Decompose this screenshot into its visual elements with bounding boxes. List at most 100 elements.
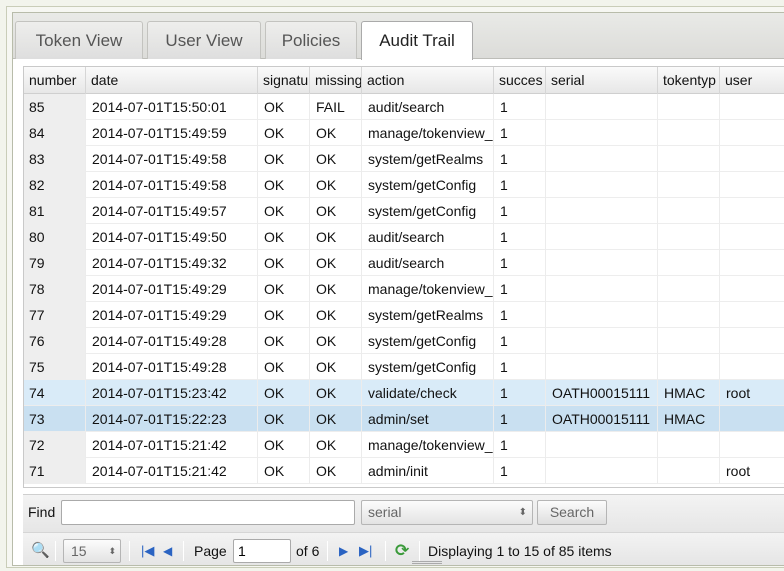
cell-serial [546,146,658,172]
table-row[interactable]: 71 2014-07-01T15:21:42 OK OK admin/init 1 root [24,458,784,484]
table-row[interactable]: 77 2014-07-01T15:49:29 OK OK system/getRealm… [24,302,784,328]
resize-grip-icon[interactable] [412,561,442,564]
cell-tokentype [658,198,720,224]
col-signature[interactable]: signatu [258,67,310,94]
cell-action: system/getConfig [362,354,494,380]
cell-user: root [720,458,784,484]
cell-missing: OK [310,172,362,198]
cell-missing: OK [310,198,362,224]
cell-date: 2014-07-01T15:49:58 [86,172,258,198]
last-page-icon[interactable]: ▶| [359,533,372,565]
tab-policies[interactable]: Policies [265,21,357,59]
cell-number: 83 [24,146,86,172]
cell-date: 2014-07-01T15:21:42 [86,432,258,458]
cell-tokentype [658,328,720,354]
cell-missing: FAIL [310,94,362,120]
table-row[interactable]: 72 2014-07-01T15:21:42 OK OK manage/tokenvie… [24,432,784,458]
table-row[interactable]: 80 2014-07-01T15:49:50 OK OK audit/search 1 [24,224,784,250]
cell-missing: OK [310,354,362,380]
prev-page-icon[interactable]: ◀ [163,533,172,565]
select-arrows-icon: ⬍ [518,507,527,518]
audit-grid: number date signatu missing action succe… [23,66,784,488]
cell-date: 2014-07-01T15:49:28 [86,328,258,354]
cell-action: manage/tokenview_ [362,276,494,302]
cell-tokentype [658,94,720,120]
table-row[interactable]: 84 2014-07-01T15:49:59 OK OK manage/tokenvie… [24,120,784,146]
cell-action: admin/set [362,406,494,432]
cell-serial [546,302,658,328]
cell-date: 2014-07-01T15:49:58 [86,146,258,172]
page-count: of 6 [296,543,320,559]
cell-user [720,276,784,302]
separator [129,541,130,561]
cell-signature: OK [258,94,310,120]
table-row[interactable]: 82 2014-07-01T15:49:58 OK OK system/getConfi… [24,172,784,198]
col-user[interactable]: user [720,67,784,94]
cell-missing: OK [310,120,362,146]
page-number-input[interactable] [233,539,291,563]
cell-user [720,250,784,276]
cell-serial [546,198,658,224]
cell-number: 75 [24,354,86,380]
cell-missing: OK [310,328,362,354]
search-field-select[interactable]: serial ⬍ [361,500,533,525]
tab-token-view[interactable]: Token View [15,21,143,59]
table-row[interactable]: 83 2014-07-01T15:49:58 OK OK system/getRealm… [24,146,784,172]
search-button[interactable]: Search [537,500,607,525]
cell-number: 82 [24,172,86,198]
col-number[interactable]: number [24,67,86,94]
col-missing[interactable]: missing [310,67,362,94]
cell-user [720,198,784,224]
magnifier-icon[interactable]: 🔍 [31,533,50,565]
cell-action: audit/search [362,250,494,276]
table-row[interactable]: 81 2014-07-01T15:49:57 OK OK system/getConfi… [24,198,784,224]
cell-user [720,328,784,354]
cell-date: 2014-07-01T15:49:29 [86,276,258,302]
cell-serial [546,94,658,120]
find-bar: Find serial ⬍ Search [23,494,784,532]
cell-action: system/getRealms [362,146,494,172]
cell-missing: OK [310,224,362,250]
cell-success: 1 [494,146,546,172]
cell-user [720,94,784,120]
tab-user-view[interactable]: User View [147,21,261,59]
cell-date: 2014-07-01T15:22:23 [86,406,258,432]
table-row[interactable]: 74 2014-07-01T15:23:42 OK OK validate/check 1… [24,380,784,406]
table-row[interactable]: 76 2014-07-01T15:49:28 OK OK system/getConfi… [24,328,784,354]
cell-signature: OK [258,406,310,432]
cell-success: 1 [494,172,546,198]
find-input[interactable] [61,500,355,525]
table-row[interactable]: 75 2014-07-01T15:49:28 OK OK system/getConfi… [24,354,784,380]
cell-date: 2014-07-01T15:49:50 [86,224,258,250]
cell-action: manage/tokenview_ [362,120,494,146]
table-row[interactable]: 78 2014-07-01T15:49:29 OK OK manage/tokenvie… [24,276,784,302]
cell-signature: OK [258,432,310,458]
grid-header: number date signatu missing action succe… [24,67,784,94]
cell-serial: OATH00015111 [546,406,658,432]
table-row[interactable]: 85 2014-07-01T15:50:01 OK FAIL audit/search 1 [24,94,784,120]
cell-signature: OK [258,224,310,250]
cell-missing: OK [310,250,362,276]
tab-audit-trail[interactable]: Audit Trail [361,21,473,60]
col-serial[interactable]: serial [546,67,658,94]
next-page-icon[interactable]: ▶ [339,533,348,565]
cell-missing: OK [310,380,362,406]
refresh-icon[interactable]: ⟳ [395,533,409,565]
col-action[interactable]: action [362,67,494,94]
pager: 🔍 15 ⬍ |◀ ◀ Page of 6 ▶ ▶| ⟳ Displaying … [23,532,784,565]
col-date[interactable]: date [86,67,258,94]
first-page-icon[interactable]: |◀ [141,533,154,565]
table-row[interactable]: 79 2014-07-01T15:49:32 OK OK audit/search 1 [24,250,784,276]
cell-tokentype [658,458,720,484]
cell-date: 2014-07-01T15:49:29 [86,302,258,328]
rows-per-page-select[interactable]: 15 ⬍ [63,539,121,563]
cell-user [720,120,784,146]
col-tokentype[interactable]: tokentyp [658,67,720,94]
col-success[interactable]: succes [494,67,546,94]
cell-tokentype: HMAC [658,380,720,406]
table-row[interactable]: 73 2014-07-01T15:22:23 OK OK admin/set 1 OATH0… [24,406,784,432]
cell-user [720,302,784,328]
cell-action: system/getConfig [362,198,494,224]
cell-signature: OK [258,302,310,328]
cell-signature: OK [258,146,310,172]
